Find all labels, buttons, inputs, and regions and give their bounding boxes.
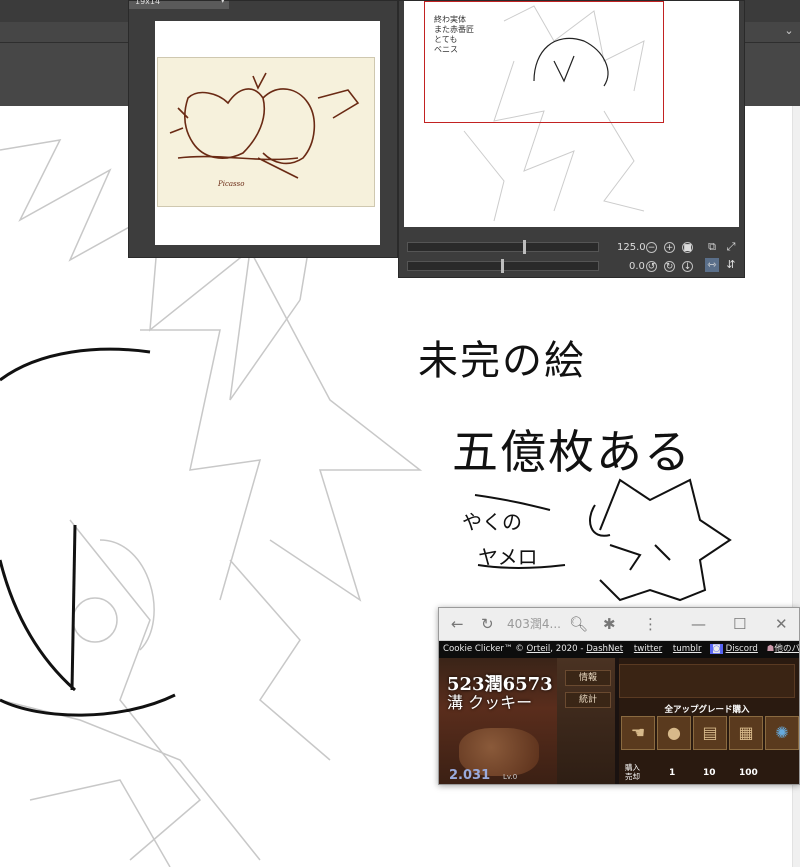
buy-amount-100[interactable]: 100 <box>739 768 758 778</box>
store-panel: 全アップグレード購入 ☚ ● ▤ ▦ ✺ 購入 売却 1 10 100 <box>619 658 799 784</box>
upgrade-cursor-icon[interactable]: ☚ <box>621 716 655 750</box>
nav-note: 終わ実体 <box>434 15 466 24</box>
tab-title: 403潤4... <box>507 617 561 631</box>
cookie-unit: 溝 クッキー <box>447 693 533 712</box>
reload-icon[interactable]: ↻ <box>481 608 494 640</box>
menu-column: 情報 統計 <box>557 658 615 784</box>
subview-tab[interactable]: 19x14 ▾ <box>129 0 229 9</box>
note-line1: 未完の絵 <box>418 338 586 384</box>
nav-note: また赤番匠 <box>434 25 474 34</box>
browser-window: ← ↻ 403潤4... 🔍︎ ✱ ⋮ — ☐ ✕ Cookie Clicker… <box>438 607 800 785</box>
sell-label[interactable]: 売却 <box>625 773 640 781</box>
rotate-reset-icon[interactable]: ↓ <box>682 261 693 272</box>
dashnet-link[interactable]: DashNet <box>586 644 623 654</box>
more-menu-icon[interactable]: ⋮ <box>643 608 658 640</box>
upgrade-grandma-icon[interactable]: ▤ <box>693 716 727 750</box>
extensions-icon[interactable]: ✱ <box>603 608 616 640</box>
birds-drawing: Picasso <box>169 72 360 188</box>
tumblr-link[interactable]: tumblr <box>673 644 702 654</box>
upgrade-cookie-icon[interactable]: ● <box>657 716 691 750</box>
rotate-left-icon[interactable]: ↺ <box>646 261 657 272</box>
browser-toolbar: ← ↻ 403潤4... 🔍︎ ✱ ⋮ — ☐ ✕ <box>439 608 799 641</box>
image-signature: Picasso <box>217 180 244 188</box>
store-header <box>619 664 795 698</box>
copyright-text: Cookie Clicker™ © <box>443 644 527 654</box>
orteil-link[interactable]: Orteil <box>527 644 551 654</box>
buy-amount-10[interactable]: 10 <box>703 768 716 778</box>
navigator-palette: 終わ実体 また赤番匠 とても ベニス 125.0 − + ■ ⧉ ⤢ 0.0 ↺… <box>398 0 745 278</box>
zoom-slider-handle[interactable] <box>523 240 526 254</box>
cookie-clicker-game: 523潤6573 溝 クッキー 2.031 Lv.0 情報 統計 全アップグレー… <box>439 658 799 784</box>
navigator-notes: 終わ実体 また赤番匠 とても ベニス <box>434 15 474 55</box>
year-text: , 2020 - <box>550 644 587 654</box>
note-line3: やくの <box>462 510 522 534</box>
other-versions-link[interactable]: 他のバージョン <box>774 644 799 654</box>
nav-note: とても <box>434 35 458 44</box>
upgrade-special-icon[interactable]: ✺ <box>765 716 799 750</box>
zoom-reset-icon[interactable]: ■ <box>682 242 693 253</box>
subview-tab-label: 19x14 <box>135 0 161 6</box>
level-value: 2.031 <box>449 768 491 783</box>
chevron-down-icon[interactable]: ▾ <box>220 0 225 6</box>
game-link-bar: Cookie Clicker™ © Orteil, 2020 - DashNet… <box>439 641 799 658</box>
flip-horizontal-icon[interactable]: ⇿ <box>705 258 719 272</box>
navigator-preview[interactable]: 終わ実体 また赤番匠 とても ベニス <box>404 1 739 227</box>
buy-amount-1[interactable]: 1 <box>669 768 675 778</box>
flip-vertical-icon[interactable]: ⇵ <box>724 258 738 272</box>
nav-note: ベニス <box>434 45 458 54</box>
maximize-icon[interactable]: ☐ <box>733 608 746 640</box>
zoom-slider[interactable] <box>407 242 599 252</box>
note-line4: ヤメロ <box>478 545 538 569</box>
rotate-right-icon[interactable]: ↻ <box>664 261 675 272</box>
buy-sell-row: 購入 売却 1 10 100 <box>619 762 795 782</box>
info-button[interactable]: 情報 <box>565 670 611 686</box>
cookie-panel: 523潤6573 溝 クッキー 2.031 Lv.0 <box>439 658 557 784</box>
zoom-in-icon[interactable]: + <box>664 242 675 253</box>
fit-size-icon[interactable]: ⤢ <box>724 240 738 254</box>
buy-all-upgrades[interactable]: 全アップグレード購入 <box>619 703 795 715</box>
buy-label[interactable]: 購入 <box>625 764 640 772</box>
twitter-link[interactable]: twitter <box>634 644 662 654</box>
discord-icon[interactable]: ◙ <box>710 644 723 654</box>
rotate-slider-handle[interactable] <box>501 259 504 273</box>
close-icon[interactable]: ✕ <box>775 608 788 640</box>
minimize-icon[interactable]: — <box>691 608 706 640</box>
rotate-value: 0.0 <box>629 261 645 272</box>
note-line2: 五億枚ある <box>452 425 692 479</box>
cookie-count: 523潤6573 <box>447 674 553 695</box>
zoom-out-icon[interactable]: − <box>646 242 657 253</box>
upgrade-farm-icon[interactable]: ▦ <box>729 716 763 750</box>
zoom-icon[interactable]: 🔍︎ <box>569 608 588 640</box>
stats-button[interactable]: 統計 <box>565 692 611 708</box>
chevron-down-icon[interactable]: ⌄ <box>782 24 796 40</box>
fit-window-icon[interactable]: ⧉ <box>705 240 719 254</box>
zoom-value: 125.0 <box>617 242 646 253</box>
level-label: Lv.0 <box>503 773 518 781</box>
back-arrow-icon[interactable]: ← <box>451 608 464 640</box>
reference-image: Picasso <box>157 57 375 207</box>
subview-palette: 19x14 ▾ Picasso <box>128 0 398 258</box>
discord-link[interactable]: Discord <box>726 644 758 654</box>
